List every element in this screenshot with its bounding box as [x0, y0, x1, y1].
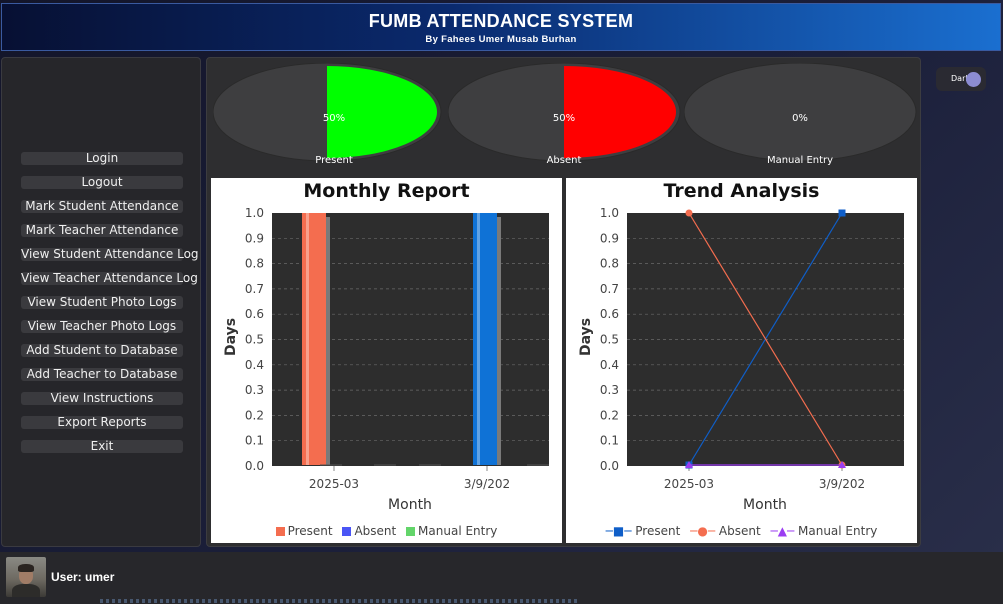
app-header: FUMB ATTENDANCE SYSTEM By Fahees Umer Mu… [1, 3, 1001, 51]
x-axis-label: Month [743, 497, 787, 513]
add-student-button[interactable]: Add Student to Database [21, 344, 183, 357]
y-tick-label: 0.1 [600, 434, 619, 448]
y-tick-label: 0.1 [245, 434, 264, 448]
legend-item: Manual Entry [406, 524, 497, 538]
y-tick-label: 1.0 [600, 206, 619, 220]
legend-swatch [342, 527, 352, 536]
mark-student-attendance-button[interactable]: Mark Student Attendance [21, 200, 183, 213]
absent-label: Absent [546, 155, 582, 166]
legend-item: ─■─ Present [606, 524, 681, 538]
y-tick-label: 1.0 [245, 206, 264, 220]
trend-analysis-chart: Trend Analysis Days 0.0 0.1 0.2 0.3 0.4 0.5 0.… [566, 178, 917, 543]
y-tick-label: 0.9 [245, 231, 264, 245]
add-teacher-button[interactable]: Add Teacher to Database [21, 368, 183, 381]
data-point [685, 209, 693, 217]
logout-button[interactable]: Logout [21, 176, 183, 189]
legend-marker: ─■─ [605, 524, 632, 538]
x-tick-label: 3/9/202 [819, 477, 865, 491]
present-percent: 50% [322, 113, 346, 124]
y-tick-label: 0.6 [600, 307, 619, 321]
view-teacher-attendance-log-button[interactable]: View Teacher Attendance Log [21, 272, 198, 285]
present-slice [327, 66, 437, 158]
legend-item: ─▲─ Manual Entry [770, 524, 877, 538]
view-teacher-photo-logs-button[interactable]: View Teacher Photo Logs [21, 320, 183, 333]
x-tick-label: 3/9/202 [464, 477, 510, 491]
x-tick-label: 2025-03 [309, 477, 359, 491]
y-tick-label: 0.7 [600, 282, 619, 296]
exit-button[interactable]: Exit [21, 440, 183, 453]
view-instructions-button[interactable]: View Instructions [21, 392, 183, 405]
legend-label: Absent [354, 524, 397, 538]
legend-swatch [406, 527, 416, 536]
y-tick-label: 0.5 [600, 333, 619, 347]
toggle-knob [966, 72, 981, 87]
y-tick-label: 0.3 [600, 383, 619, 397]
x-tick-label: 2025-03 [664, 477, 714, 491]
y-tick-label: 0.0 [600, 459, 619, 473]
mark-teacher-attendance-button[interactable]: Mark Teacher Attendance [21, 224, 183, 237]
dashboard-panel: 50% Present 50% Absent 0% Manual Entry M… [206, 57, 921, 547]
y-tick-label: 0.4 [600, 358, 619, 372]
manual-entry-label: Manual Entry [766, 155, 834, 166]
legend-label: Absent [718, 524, 761, 538]
chart-legend: ─■─ Present ─●─ Absent ─▲─ Manual Entry [566, 524, 917, 538]
y-tick-label: 0.8 [245, 257, 264, 271]
bar-highlight [306, 213, 309, 465]
y-tick-label: 0.2 [600, 408, 619, 422]
view-student-attendance-log-button[interactable]: View Student Attendance Log [21, 248, 199, 261]
absent-percent: 50% [552, 113, 576, 124]
manual-entry-percent: 0% [792, 113, 808, 124]
app-subtitle: By Fahees Umer Musab Burhan [425, 34, 577, 45]
y-tick-label: 0.6 [245, 307, 264, 321]
y-tick-label: 0.3 [245, 383, 264, 397]
y-tick-label: 0.9 [600, 231, 619, 245]
terminal-strip [100, 599, 580, 603]
avatar-body [12, 584, 40, 597]
legend-marker: ─●─ [690, 524, 716, 538]
bar [473, 213, 497, 465]
export-reports-button[interactable]: Export Reports [21, 416, 183, 429]
y-tick-label: 0.5 [245, 333, 264, 347]
monthly-report-chart: Monthly Report Days 0.0 0.1 0.2 0.3 0.4 0.5 0.… [211, 178, 562, 543]
y-tick-label: 0.0 [245, 459, 264, 473]
legend-label: Present [635, 524, 681, 538]
legend-label: Present [287, 524, 333, 538]
y-tick-label: 0.4 [245, 358, 264, 372]
pie-background [684, 63, 917, 162]
y-tick-label: 0.7 [245, 282, 264, 296]
chart-legend: Present Absent Manual Entry [211, 524, 562, 538]
login-button[interactable]: Login [21, 152, 183, 165]
app-title: FUMB ATTENDANCE SYSTEM [368, 11, 634, 31]
legend-marker: ─▲─ [770, 524, 795, 538]
legend-item: Absent [342, 524, 396, 538]
absent-summary: 50% Absent [448, 63, 682, 169]
y-tick-label: 0.2 [245, 408, 264, 422]
data-point [838, 209, 846, 217]
y-tick-label: 0.8 [600, 257, 619, 271]
legend-item: ─●─ Absent [690, 524, 761, 538]
absent-slice [564, 66, 676, 158]
status-bar: User: umer [0, 552, 1003, 604]
bar [302, 213, 326, 465]
line-chart-plot: 0.0 0.1 0.2 0.3 0.4 0.5 0.6 0.7 0.8 0.9 1.0 2025-03… [600, 206, 904, 491]
legend-item: Present [275, 524, 333, 538]
x-axis-label: Month [388, 497, 432, 513]
view-student-photo-logs-button[interactable]: View Student Photo Logs [21, 296, 183, 309]
avatar [6, 557, 46, 597]
legend-label: Manual Entry [798, 524, 878, 538]
dark-mode-toggle[interactable]: Dark [936, 67, 986, 91]
present-summary: 50% Present [213, 63, 447, 169]
legend-swatch [275, 527, 285, 536]
legend-label: Manual Entry [418, 524, 498, 538]
bar-chart-plot: 0.0 0.1 0.2 0.3 0.4 0.5 0.6 0.7 0.8 0.9 1.0 2025-03… [245, 206, 549, 491]
avatar-hair [18, 564, 34, 572]
current-user-label: User: umer [51, 570, 115, 584]
manual-entry-summary: 0% Manual Entry [684, 63, 918, 169]
present-label: Present [315, 155, 353, 166]
bar-highlight [477, 213, 480, 465]
sidebar: Login Logout Mark Student Attendance Mar… [1, 57, 201, 547]
